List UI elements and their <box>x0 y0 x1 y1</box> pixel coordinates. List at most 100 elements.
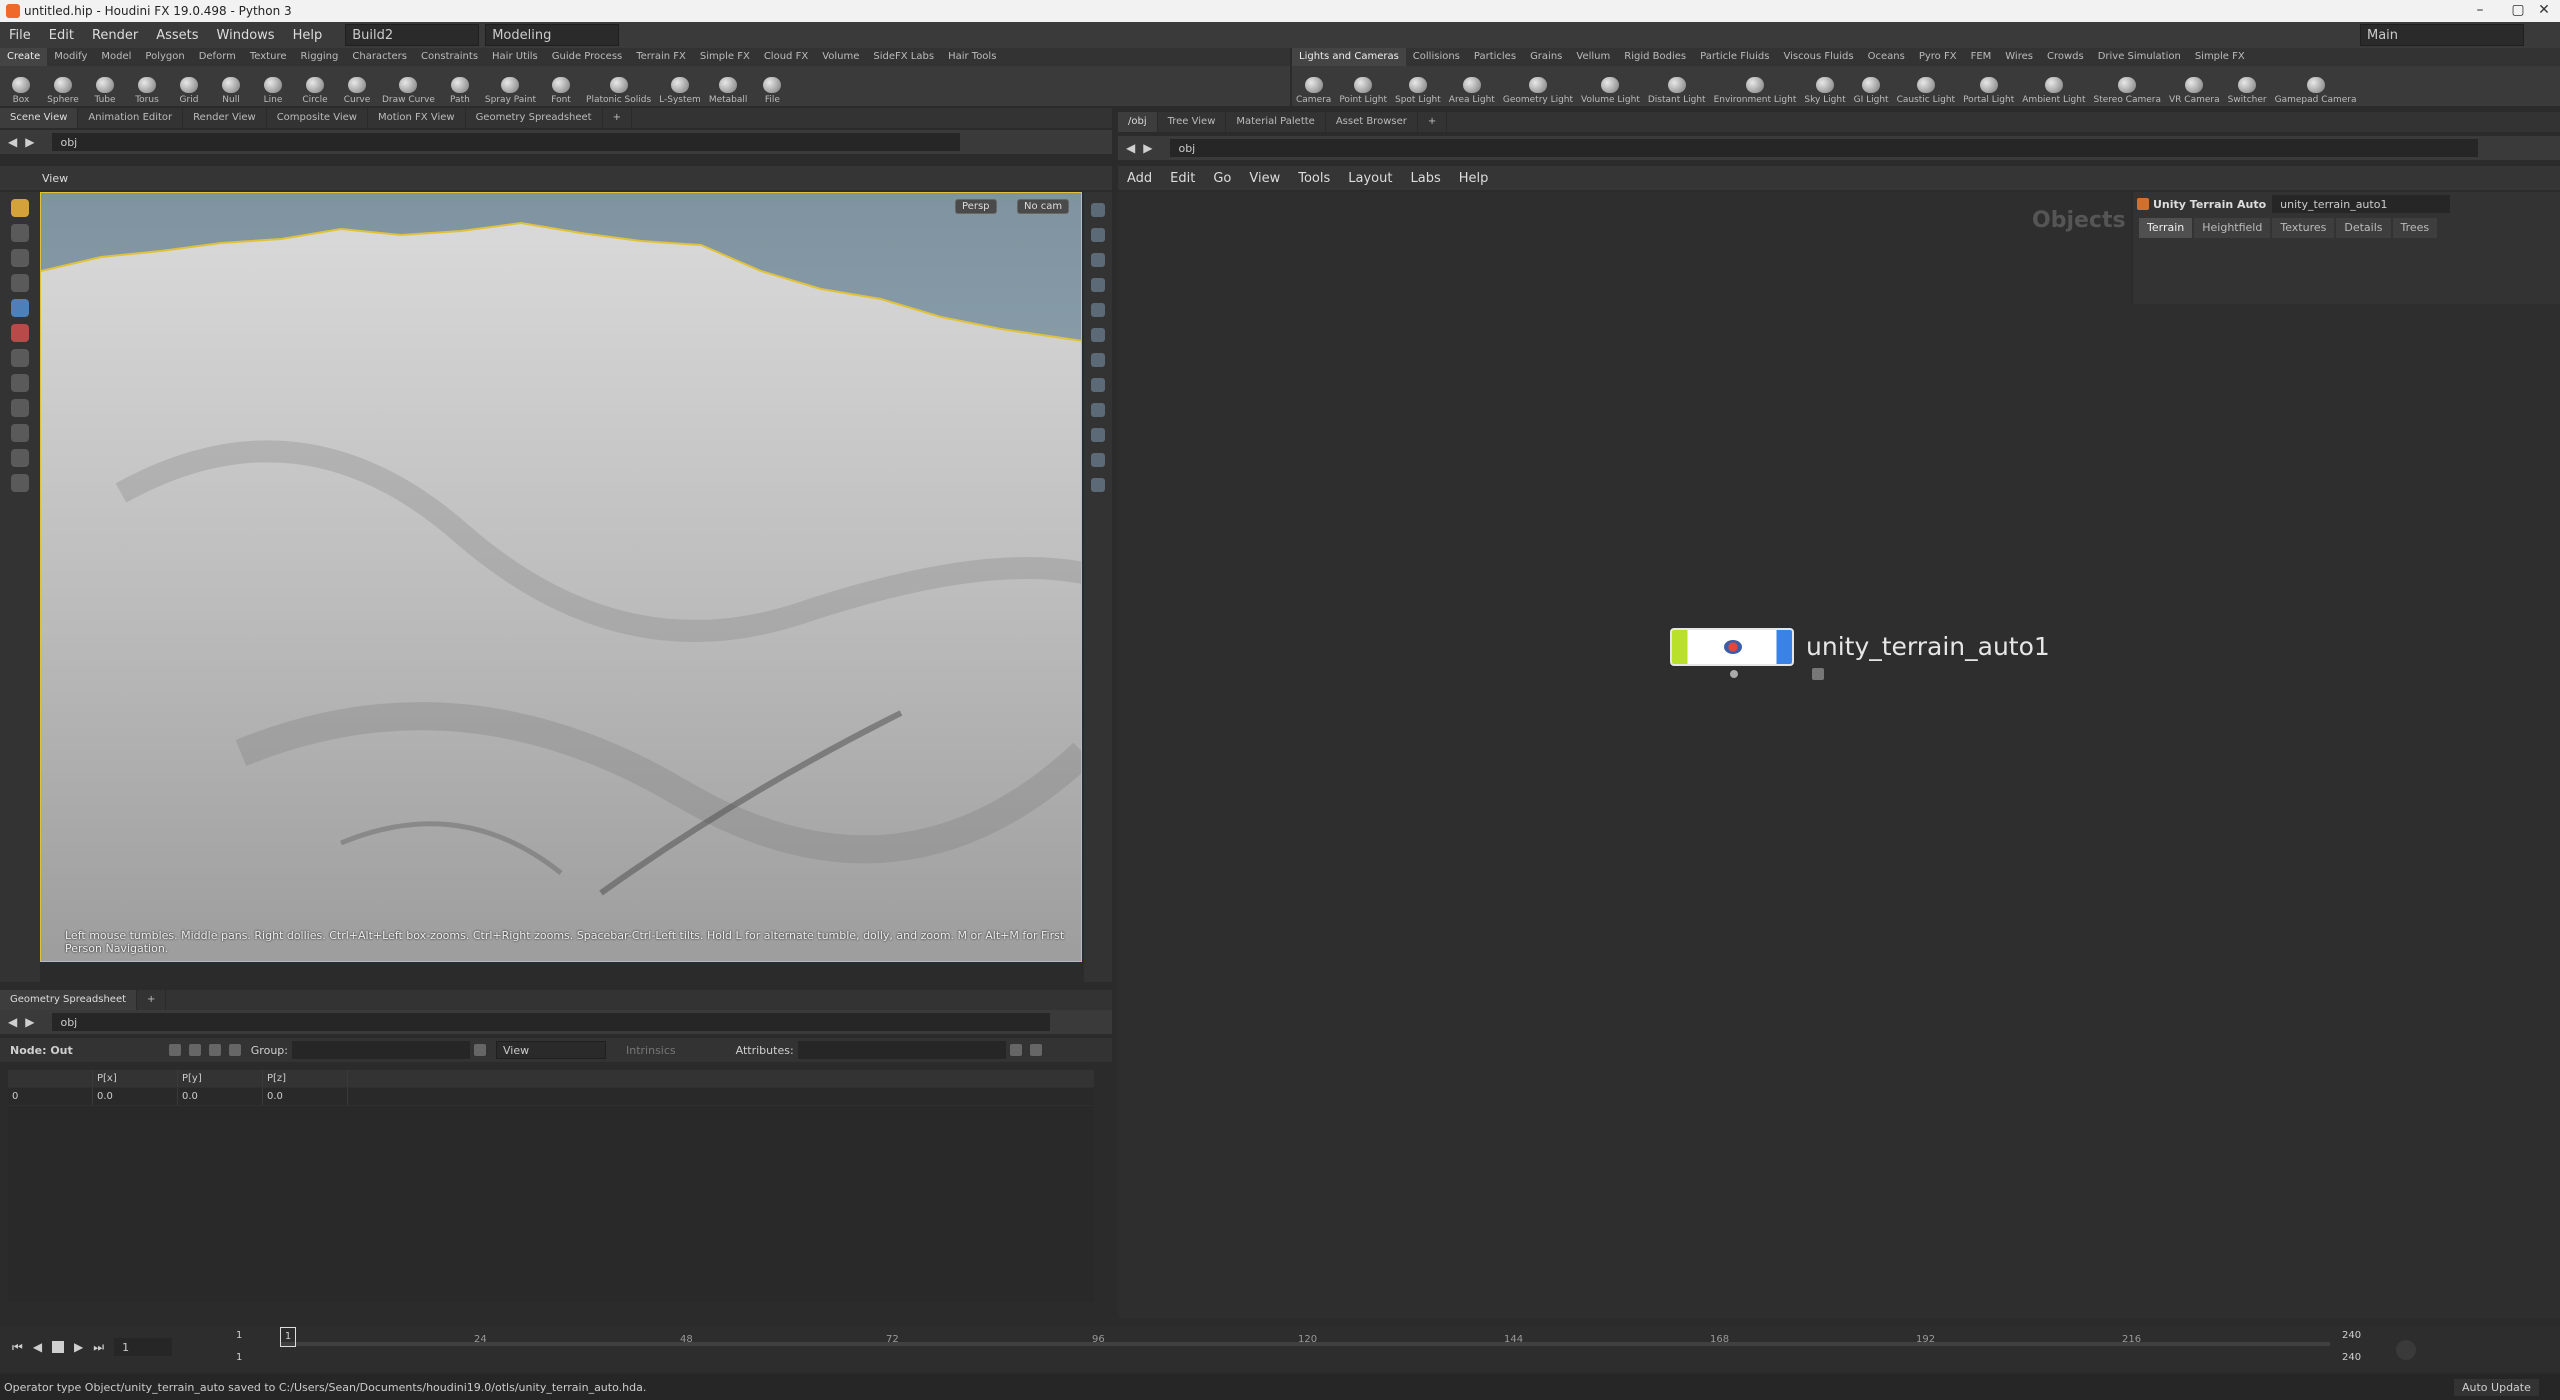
filter-clear-icon[interactable] <box>1029 1044 1042 1056</box>
add-tab-button[interactable]: + <box>603 108 632 128</box>
shelf-tab-cloud-fx[interactable]: Cloud FX <box>757 48 815 66</box>
shelf-tab-create[interactable]: Create <box>0 48 48 66</box>
point-display-icon[interactable] <box>1091 328 1105 342</box>
shelf-tab-hair-tools[interactable]: Hair Tools <box>941 48 1003 66</box>
shelf-tool-l-system[interactable]: L-System <box>655 67 705 105</box>
shelf-tab-drive-simulation[interactable]: Drive Simulation <box>2091 48 2188 66</box>
shelf-tool-distant-light[interactable]: Distant Light <box>1644 67 1710 105</box>
shelf-tool-spray-paint[interactable]: Spray Paint <box>481 67 540 105</box>
back-arrow-icon[interactable]: ◀ <box>8 1015 17 1029</box>
go-end-icon[interactable]: ⏭ <box>93 1340 104 1355</box>
desktop-select[interactable]: Build2 <box>345 24 480 46</box>
vertices-icon[interactable] <box>188 1044 201 1056</box>
magnet-icon[interactable] <box>11 424 29 442</box>
shelf-tool-path[interactable]: Path <box>439 67 481 105</box>
node-output-connector[interactable] <box>1730 670 1738 678</box>
display-option-icon[interactable] <box>1091 203 1105 217</box>
shelf-tab-constraints[interactable]: Constraints <box>414 48 485 66</box>
tab-material-palette[interactable]: Material Palette <box>1226 112 1326 132</box>
scene-viewport[interactable]: Persp No cam Left mouse tumbles. Middle … <box>40 192 1082 962</box>
shelf-tool-torus[interactable]: Torus <box>126 67 168 105</box>
shelf-tab-volume[interactable]: Volume <box>815 48 866 66</box>
menu-assets[interactable]: Assets <box>147 28 207 43</box>
shelf-tool-line[interactable]: Line <box>252 67 294 105</box>
menu-render[interactable]: Render <box>83 28 147 43</box>
tab-scene-view[interactable]: Scene View <box>0 108 79 128</box>
filter-icon[interactable] <box>473 1044 486 1056</box>
lock-camera-icon[interactable] <box>1091 253 1105 267</box>
shelf-tab-grains[interactable]: Grains <box>1523 48 1569 66</box>
view-select[interactable]: View <box>495 1041 606 1059</box>
start-frame[interactable]: 1 <box>236 1330 242 1341</box>
shelf-tab-particles[interactable]: Particles <box>1467 48 1523 66</box>
shelf-tool-portal-light[interactable]: Portal Light <box>1959 67 2018 105</box>
tab-asset-browser[interactable]: Asset Browser <box>1326 112 1418 132</box>
transform-tool-icon[interactable] <box>11 224 29 242</box>
shelf-tool-ambient-light[interactable]: Ambient Light <box>2018 67 2089 105</box>
shelf-tool-metaball[interactable]: Metaball <box>705 67 752 105</box>
grid-display-icon[interactable] <box>1091 403 1105 417</box>
add-tab-button[interactable]: + <box>1418 112 1448 132</box>
tab-spreadsheet[interactable]: Geometry Spreadsheet <box>0 990 138 1010</box>
shelf-tool-stereo-camera[interactable]: Stereo Camera <box>2090 67 2166 105</box>
intrinsics-label[interactable]: Intrinsics <box>626 1044 676 1057</box>
spreadsheet-path-field[interactable]: obj <box>52 1013 1051 1031</box>
persp-button[interactable]: Persp <box>955 199 997 214</box>
handle-tool-icon[interactable] <box>11 324 29 342</box>
vertex-display-icon[interactable] <box>1091 378 1105 392</box>
shelf-tab-rigging[interactable]: Rigging <box>293 48 345 66</box>
node-lock-icon[interactable] <box>1812 668 1824 680</box>
tab-composite-view[interactable]: Composite View <box>267 108 368 128</box>
normal-display-icon[interactable] <box>1091 353 1105 367</box>
tab-heightfield[interactable]: Heightfield <box>2194 218 2271 238</box>
shelf-tool-gamepad-camera[interactable]: Gamepad Camera <box>2271 67 2361 105</box>
end-frame[interactable]: 240 <box>2342 1330 2361 1341</box>
shelf-tab-terrain-fx[interactable]: Terrain FX <box>629 48 693 66</box>
shelf-tool-area-light[interactable]: Area Light <box>1445 67 1499 105</box>
tab-geometry-spreadsheet[interactable]: Geometry Spreadsheet <box>466 108 603 128</box>
network-menu-go[interactable]: Go <box>1204 171 1240 186</box>
table-row[interactable]: 0 0.0 0.0 0.0 <box>8 1088 1094 1106</box>
start-frame-2[interactable]: 1 <box>236 1352 242 1363</box>
light-icon[interactable] <box>1091 303 1105 317</box>
shelf-tool-curve[interactable]: Curve <box>336 67 378 105</box>
column-header[interactable]: P[z] <box>263 1070 348 1087</box>
left-path-field[interactable]: obj <box>52 133 961 151</box>
play-reverse-icon[interactable]: ◀ <box>33 1340 42 1354</box>
shelf-tool-camera[interactable]: Camera <box>1292 67 1335 105</box>
shelf-tab-collisions[interactable]: Collisions <box>1406 48 1467 66</box>
add-tab-button[interactable]: + <box>137 990 167 1010</box>
network-editor[interactable]: Objects <box>1118 192 2560 1318</box>
shelf-tool-circle[interactable]: Circle <box>294 67 336 105</box>
tab-render-view[interactable]: Render View <box>183 108 267 128</box>
scale-tool-icon[interactable] <box>11 274 29 292</box>
background-icon[interactable] <box>1091 428 1105 442</box>
network-menu-view[interactable]: View <box>1240 171 1289 186</box>
right-path-field[interactable]: obj <box>1170 139 2479 157</box>
shelf-tab-characters[interactable]: Characters <box>345 48 414 66</box>
current-frame-field[interactable]: 1 <box>114 1338 173 1356</box>
filter-icon[interactable] <box>1009 1044 1022 1056</box>
shading-icon[interactable] <box>1091 278 1105 292</box>
back-arrow-icon[interactable]: ◀ <box>8 135 17 149</box>
network-menu-tools[interactable]: Tools <box>1289 171 1339 186</box>
shelf-tab-rigid-bodies[interactable]: Rigid Bodies <box>1617 48 1693 66</box>
network-menu-layout[interactable]: Layout <box>1339 171 1401 186</box>
shelf-tab-deform[interactable]: Deform <box>192 48 243 66</box>
display-option-icon[interactable] <box>1091 228 1105 242</box>
column-header[interactable]: P[x] <box>93 1070 178 1087</box>
play-icon[interactable]: ▶ <box>74 1340 83 1354</box>
ghost-icon[interactable] <box>1091 453 1105 467</box>
menu-windows[interactable]: Windows <box>208 28 284 43</box>
shelf-tool-platonic-solids[interactable]: Platonic Solids <box>582 67 655 105</box>
shelf-tool-vr-camera[interactable]: VR Camera <box>2165 67 2224 105</box>
end-frame-2[interactable]: 240 <box>2342 1352 2361 1363</box>
shelf-tool-grid[interactable]: Grid <box>168 67 210 105</box>
shelf-tab-lights-and-cameras[interactable]: Lights and Cameras <box>1292 48 1406 66</box>
network-menu-edit[interactable]: Edit <box>1161 171 1204 186</box>
shelf-tool-geometry-light[interactable]: Geometry Light <box>1499 67 1577 105</box>
snap-icon[interactable] <box>11 399 29 417</box>
camera-button[interactable]: No cam <box>1017 199 1070 214</box>
lock-icon[interactable] <box>11 299 29 317</box>
shelf-tool-box[interactable]: Box <box>0 67 42 105</box>
